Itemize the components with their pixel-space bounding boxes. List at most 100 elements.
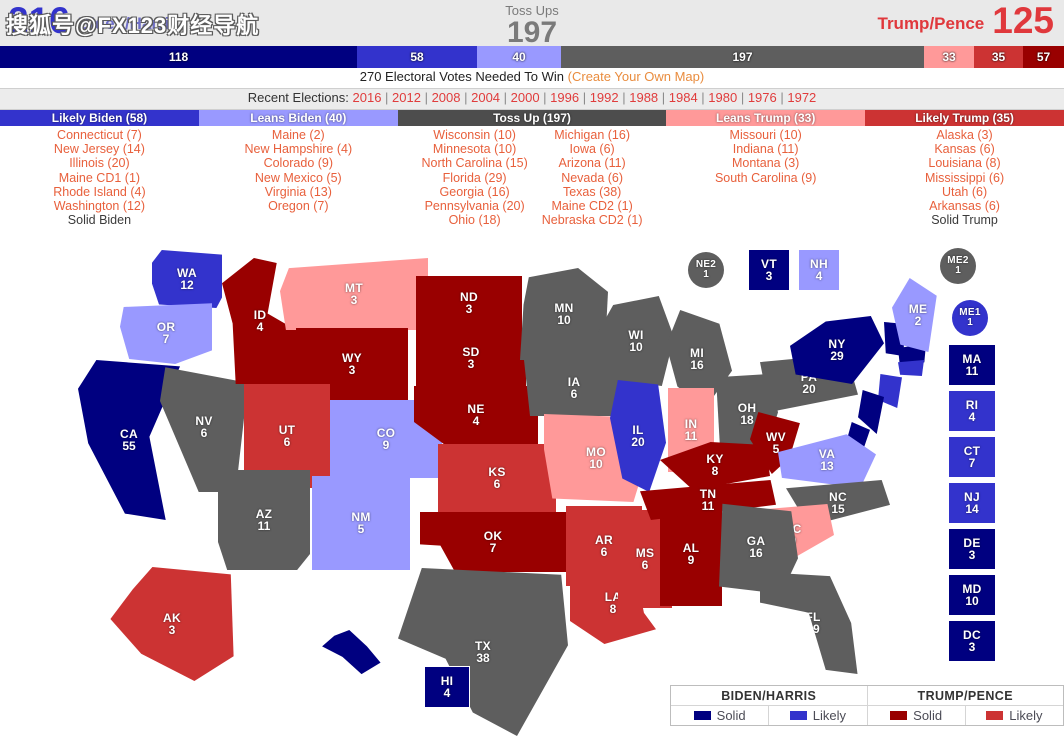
create-your-own-map-link[interactable]: (Create Your Own Map) xyxy=(568,69,705,84)
state-link[interactable]: New Hampshire (4) xyxy=(244,142,352,156)
map-state-NE2[interactable]: NE2 1 xyxy=(688,252,724,288)
state-link[interactable]: South Carolina (9) xyxy=(715,171,816,185)
recent-election-year-2012[interactable]: 2012 xyxy=(392,90,421,105)
state-link[interactable]: Washington (12) xyxy=(53,199,145,213)
state-link[interactable]: Wisconsin (10) xyxy=(421,128,527,142)
state-link[interactable]: New Jersey (14) xyxy=(53,142,145,156)
state-link[interactable]: Kansas (6) xyxy=(925,142,1004,156)
recent-election-year-1988[interactable]: 1988 xyxy=(629,90,658,105)
bar-segment-5[interactable]: 35 xyxy=(974,46,1023,68)
map-state-WA[interactable]: WA 12 xyxy=(152,250,222,308)
map-state-NE[interactable]: NE 4 xyxy=(414,386,538,444)
map-state-NH[interactable]: NH 4 xyxy=(798,249,840,291)
state-link[interactable]: Georgia (16) xyxy=(421,185,527,199)
state-link[interactable]: Virginia (13) xyxy=(244,185,352,199)
state-link[interactable]: Maine CD2 (1) xyxy=(542,199,643,213)
map-state-MD[interactable]: MD 10 xyxy=(948,574,996,616)
recent-election-year-1996[interactable]: 1996 xyxy=(550,90,579,105)
map-state-ND[interactable]: ND 3 xyxy=(416,276,522,330)
map-state-RI[interactable]: RI 4 xyxy=(948,390,996,432)
category-header-1: Leans Biden (40) xyxy=(198,110,398,126)
state-link[interactable]: Connecticut (7) xyxy=(53,128,145,142)
state-link[interactable]: Missouri (10) xyxy=(715,128,816,142)
map-state-DE[interactable]: DE 3 xyxy=(948,528,996,570)
state-electoral-votes: 29 xyxy=(830,349,844,363)
state-link[interactable]: Rhode Island (4) xyxy=(53,185,145,199)
map-state-OK[interactable]: OK 7 xyxy=(420,512,566,572)
map-state-NY[interactable]: NY 29 xyxy=(790,316,884,384)
state-link[interactable]: Louisiana (8) xyxy=(925,156,1004,170)
state-link[interactable]: Colorado (9) xyxy=(244,156,352,170)
state-electoral-votes: 14 xyxy=(965,502,979,516)
state-link[interactable]: Arizona (11) xyxy=(542,156,643,170)
map-state-small-2[interactable] xyxy=(898,360,924,376)
map-state-KS[interactable]: KS 6 xyxy=(438,444,556,512)
map-state-ME1[interactable]: ME1 1 xyxy=(952,300,988,336)
category-header-0: Likely Biden (58) xyxy=(0,110,199,126)
map-state-NM[interactable]: NM 5 xyxy=(312,476,410,570)
category-footer-4[interactable]: Solid Trump xyxy=(925,213,1004,227)
map-state-SD[interactable]: SD 3 xyxy=(416,330,526,386)
legend-swatch-icon xyxy=(693,711,711,720)
map-state-DC[interactable]: DC 3 xyxy=(948,620,996,662)
recent-election-year-2008[interactable]: 2008 xyxy=(432,90,461,105)
electoral-vote-bar[interactable]: 118 58 40 197 33 35 57 xyxy=(0,46,1064,68)
recent-election-year-2004[interactable]: 2004 xyxy=(471,90,500,105)
recent-election-year-1984[interactable]: 1984 xyxy=(669,90,698,105)
map-state-NJ[interactable]: NJ 14 xyxy=(948,482,996,524)
recent-election-year-1992[interactable]: 1992 xyxy=(590,90,619,105)
recent-elections-bar[interactable]: Recent Elections: 2016 | 2012 | 2008 | 2… xyxy=(0,88,1064,110)
map-state-WI[interactable]: WI 10 xyxy=(598,296,674,386)
state-link[interactable]: Nevada (6) xyxy=(542,171,643,185)
us-electoral-map[interactable]: WA 12 OR 7 CA 55 NV 6 ID 4 MT 3 WY 3 UT 6 CO 9 AZ 11 NM 5 ND 3 S… xyxy=(0,232,1064,736)
state-link[interactable]: Iowa (6) xyxy=(542,142,643,156)
bar-segment-2[interactable]: 40 xyxy=(477,46,561,68)
state-link[interactable]: Arkansas (6) xyxy=(925,199,1004,213)
map-state-OR[interactable]: OR 7 xyxy=(120,303,212,364)
map-state-TX[interactable]: TX 38 xyxy=(398,568,568,736)
state-link[interactable]: Michigan (16) xyxy=(542,128,643,142)
bar-segment-0[interactable]: 118 xyxy=(0,46,357,68)
map-state-ME2[interactable]: ME2 1 xyxy=(940,248,976,284)
state-link[interactable]: Alaska (3) xyxy=(925,128,1004,142)
recent-election-year-2016[interactable]: 2016 xyxy=(353,90,382,105)
recent-election-year-1972[interactable]: 1972 xyxy=(787,90,816,105)
state-link[interactable]: Pennsylvania (20) xyxy=(421,199,527,213)
map-state-CT[interactable]: CT 7 xyxy=(948,436,996,478)
state-electoral-votes: 15 xyxy=(831,502,845,516)
state-link[interactable]: Maine (2) xyxy=(244,128,352,142)
state-link[interactable]: Montana (3) xyxy=(715,156,816,170)
state-link[interactable]: Mississippi (6) xyxy=(925,171,1004,185)
map-state-MN[interactable]: MN 10 xyxy=(520,268,608,360)
state-link[interactable]: Minnesota (10) xyxy=(421,142,527,156)
map-state-AK[interactable]: AK 3 xyxy=(110,566,234,682)
state-link[interactable]: Illinois (20) xyxy=(53,156,145,170)
state-link[interactable]: Maine CD1 (1) xyxy=(53,171,145,185)
map-state-VT[interactable]: VT 3 xyxy=(748,249,790,291)
bar-segment-1[interactable]: 58 xyxy=(357,46,477,68)
bar-segment-6[interactable]: 57 xyxy=(1023,46,1064,68)
state-link[interactable]: North Carolina (15) xyxy=(421,156,527,170)
state-link[interactable]: Nebraska CD2 (1) xyxy=(542,213,643,227)
state-link[interactable]: Florida (29) xyxy=(421,171,527,185)
state-link[interactable]: New Mexico (5) xyxy=(244,171,352,185)
bar-segment-3[interactable]: 197 xyxy=(561,46,924,68)
map-state-ME[interactable]: ME 2 xyxy=(892,278,937,352)
state-link[interactable]: Indiana (11) xyxy=(715,142,816,156)
category-footer-0[interactable]: Solid Biden xyxy=(53,213,145,227)
map-state-HI[interactable] xyxy=(322,630,381,675)
map-state-AZ[interactable]: AZ 11 xyxy=(218,470,310,570)
recent-election-year-1980[interactable]: 1980 xyxy=(708,90,737,105)
map-state-HI[interactable]: HI 4 xyxy=(424,666,470,708)
map-state-MA[interactable]: MA 11 xyxy=(948,344,996,386)
recent-election-year-2000[interactable]: 2000 xyxy=(511,90,540,105)
state-link[interactable]: Utah (6) xyxy=(925,185,1004,199)
recent-election-year-1976[interactable]: 1976 xyxy=(748,90,777,105)
map-state-MT[interactable]: MT 3 xyxy=(280,258,428,330)
map-state-FL[interactable]: FL 29 xyxy=(760,572,858,674)
recent-elections-years[interactable]: 2016 | 2012 | 2008 | 2004 | 2000 | 1996 … xyxy=(353,90,817,105)
state-link[interactable]: Ohio (18) xyxy=(421,213,527,227)
state-link[interactable]: Oregon (7) xyxy=(244,199,352,213)
bar-segment-4[interactable]: 33 xyxy=(924,46,974,68)
state-link[interactable]: Texas (38) xyxy=(542,185,643,199)
